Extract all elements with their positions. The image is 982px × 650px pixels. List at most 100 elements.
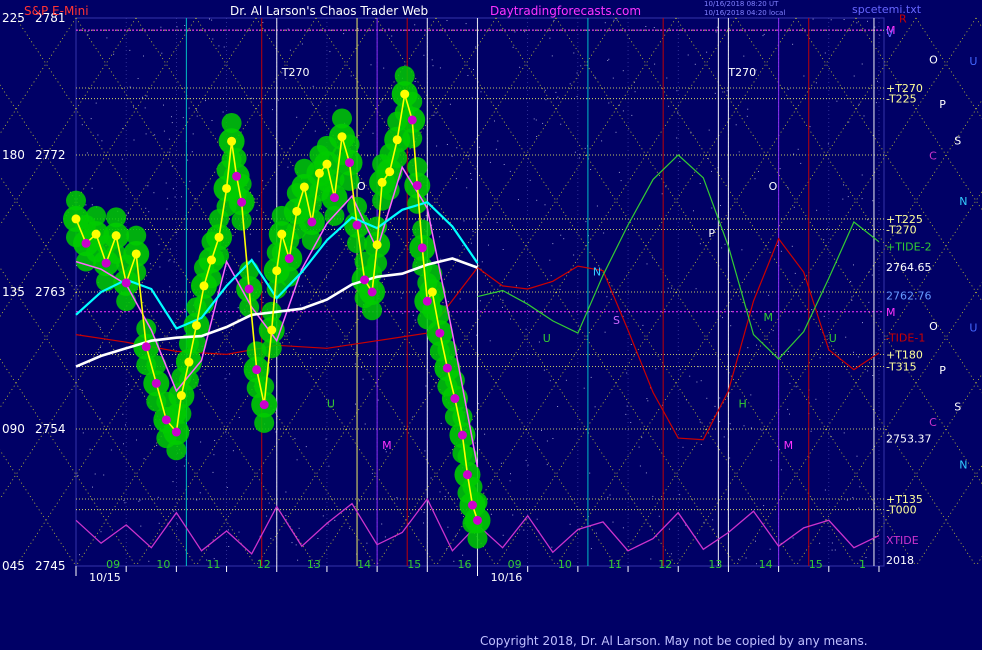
star-dot xyxy=(708,129,710,131)
star-dot xyxy=(225,431,227,433)
chart-annotation: M xyxy=(382,439,392,452)
star-dot xyxy=(500,462,502,464)
star-dot xyxy=(137,78,139,79)
star-dot xyxy=(812,18,814,20)
chart-annotation: O xyxy=(769,180,778,193)
star-dot xyxy=(496,222,498,223)
price-point xyxy=(307,217,317,227)
star-dot xyxy=(366,542,368,544)
star-dot xyxy=(772,330,774,332)
star-dot xyxy=(129,49,131,51)
star-dot xyxy=(819,357,821,359)
star-dot xyxy=(451,155,453,157)
price-point xyxy=(176,391,186,401)
x-tick-label: 13 xyxy=(307,558,321,571)
star-dot xyxy=(312,85,314,87)
star-dot xyxy=(549,380,551,382)
star-dot xyxy=(227,529,229,531)
star-dot xyxy=(424,450,426,452)
right-axis-label: -TIDE-1 xyxy=(886,332,925,345)
star-dot xyxy=(467,155,469,157)
star-dot xyxy=(435,112,437,114)
star-dot xyxy=(369,354,371,356)
star-dot xyxy=(834,549,836,551)
star-dot xyxy=(824,489,826,491)
star-dot xyxy=(875,102,877,104)
star-dot xyxy=(502,534,504,536)
star-dot xyxy=(106,37,108,39)
star-dot xyxy=(730,311,732,312)
x-tick-label: 15 xyxy=(809,558,823,571)
star-dot xyxy=(478,146,480,148)
star-dot xyxy=(877,530,879,532)
star-dot xyxy=(747,108,749,110)
star-dot xyxy=(199,492,201,494)
star-dot xyxy=(99,347,101,348)
star-dot xyxy=(560,234,562,236)
star-dot xyxy=(249,233,251,235)
star-dot xyxy=(86,152,88,154)
star-dot xyxy=(165,182,167,184)
star-dot xyxy=(364,423,366,425)
star-dot xyxy=(191,151,193,153)
star-dot xyxy=(762,35,764,37)
star-dot xyxy=(647,400,649,402)
star-dot xyxy=(265,153,267,154)
star-dot xyxy=(136,439,137,441)
planet-letter: C xyxy=(929,150,937,163)
price-halo xyxy=(412,219,433,240)
star-dot xyxy=(143,55,144,57)
star-dot xyxy=(738,151,740,153)
star-dot xyxy=(595,532,597,534)
star-dot xyxy=(381,99,383,101)
star-dot xyxy=(780,469,782,471)
star-dot xyxy=(509,170,511,172)
star-dot xyxy=(768,294,770,296)
star-dot xyxy=(158,522,160,524)
star-dot xyxy=(173,261,175,263)
star-dot xyxy=(787,88,789,90)
star-dot xyxy=(655,368,657,370)
star-dot xyxy=(549,259,551,261)
instrument-label: S&P E-Mini xyxy=(24,4,89,18)
planet-letter: N xyxy=(959,459,967,472)
star-dot xyxy=(693,210,694,212)
star-dot xyxy=(549,37,551,39)
star-dot xyxy=(831,542,833,544)
star-dot xyxy=(654,63,656,65)
star-dot xyxy=(550,275,552,277)
star-dot xyxy=(489,340,491,342)
star-dot xyxy=(123,443,124,445)
star-dot xyxy=(738,558,739,560)
lattice-line xyxy=(975,556,982,567)
star-dot xyxy=(604,22,606,24)
price-halo xyxy=(402,128,423,149)
left-axis-price: 2754 xyxy=(35,422,66,436)
star-dot xyxy=(515,285,517,287)
star-dot xyxy=(325,276,327,278)
left-axis-angle: 135 xyxy=(2,285,25,299)
star-dot xyxy=(847,196,849,198)
star-dot xyxy=(858,103,860,105)
price-halo xyxy=(331,108,352,129)
star-dot xyxy=(722,91,724,93)
star-dot xyxy=(620,180,622,182)
star-dot xyxy=(129,86,131,88)
price-halo xyxy=(367,253,388,274)
star-dot xyxy=(872,375,874,376)
star-dot xyxy=(124,502,126,504)
star-dot xyxy=(297,559,299,561)
star-dot xyxy=(459,298,461,300)
star-dot xyxy=(747,347,749,349)
star-dot xyxy=(679,368,681,370)
star-dot xyxy=(616,19,618,21)
chart-annotation: N xyxy=(593,265,601,278)
site-link[interactable]: Daytradingforecasts.com xyxy=(490,4,641,18)
star-dot xyxy=(780,250,782,252)
star-dot xyxy=(826,228,828,230)
star-dot xyxy=(741,249,743,251)
star-dot xyxy=(262,22,264,23)
star-dot xyxy=(446,144,448,145)
star-dot xyxy=(546,440,548,442)
star-dot xyxy=(431,59,433,61)
